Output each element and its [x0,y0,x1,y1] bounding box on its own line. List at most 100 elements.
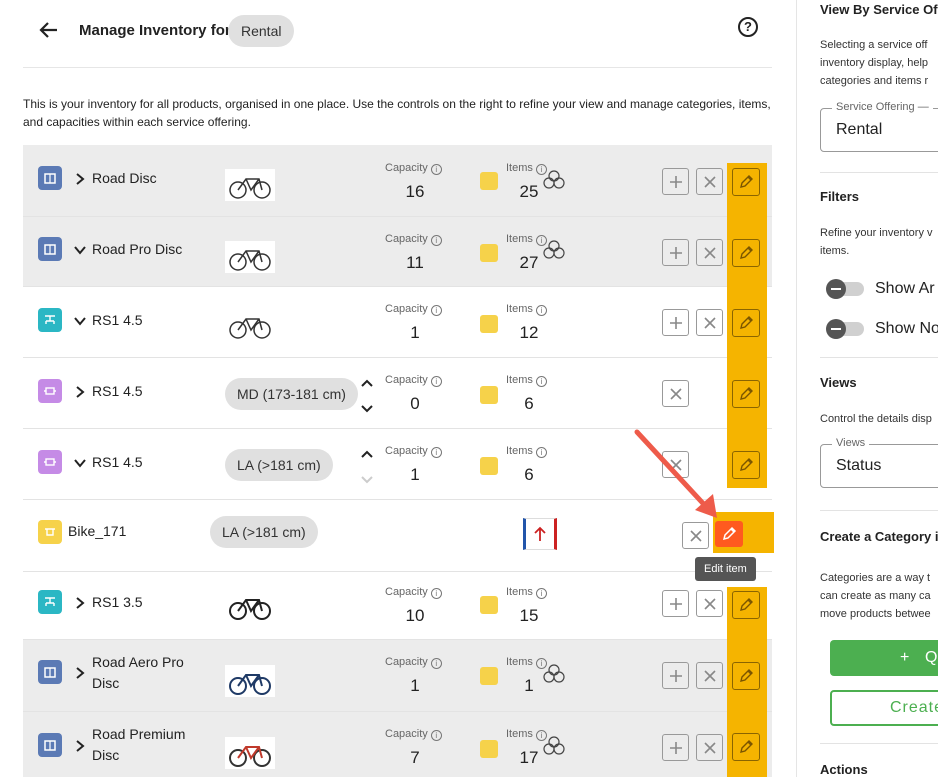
items-label: Items i [506,586,547,599]
create-button[interactable]: Create [830,690,938,726]
toggle-show-archived[interactable] [826,279,864,299]
bike-image [225,309,275,341]
capacity-label: Capacity i [385,233,442,246]
row-name: RS1 4.5 [92,312,143,328]
add-button[interactable] [662,662,689,689]
remove-button[interactable] [682,522,709,549]
edit-button[interactable] [732,591,760,619]
subcategory-icon [38,590,62,614]
cluster-icon [543,736,565,755]
info-icon: i [430,164,442,175]
table-row: Road Aero Pro Disc Capacity i 1 Items i 1 [23,640,772,712]
category-icon [38,733,62,757]
help-icon[interactable]: ? [738,17,758,37]
remove-button[interactable] [696,662,723,689]
toggle-label: Show Ar [875,280,935,297]
capacity-label: Capacity i [385,303,442,316]
chevron-down-icon[interactable] [73,243,87,257]
views-heading: Views [820,375,857,390]
add-button[interactable] [662,590,689,617]
subcategory-icon [38,308,62,332]
edit-button[interactable] [732,309,760,337]
chevron-up-icon[interactable] [360,377,374,389]
row-name: RS1 3.5 [92,594,143,610]
bike-image [225,590,275,622]
category-icon [38,166,62,190]
info-icon: i [430,447,442,458]
table-row: Road Pro Disc Capacity i 11 Items i 27 [23,217,772,287]
chevron-down-icon[interactable] [73,314,87,328]
view-by-description: Selecting a service off inventory displa… [820,39,929,87]
chevron-down-icon[interactable] [73,456,87,470]
edit-item-button[interactable] [715,521,743,547]
pencil-icon [722,526,737,541]
toggle-label: Show No [875,320,938,337]
items-icon [480,244,498,262]
size-chip: MD (173-181 cm) [225,378,358,410]
plus-icon: + [900,649,910,666]
quick-add-button[interactable]: + Q [830,640,938,676]
remove-button[interactable] [696,734,723,761]
items-icon [480,386,498,404]
views-description: Control the details disp [820,413,932,425]
add-button[interactable] [662,734,689,761]
capacity-value: 11 [406,253,424,272]
items-icon [480,457,498,475]
category-icon [38,237,62,261]
table-row: Bike_171 LA (>181 cm) [23,500,772,572]
bike-image [225,169,275,201]
divider [820,357,938,358]
capacity-stepper[interactable] [360,376,374,420]
remove-button[interactable] [696,309,723,336]
capacity-value: 1 [410,465,420,484]
chevron-right-icon[interactable] [73,666,87,680]
items-value: 6 [524,394,534,413]
edit-button[interactable] [732,380,760,408]
table-row: RS1 3.5 Capacity i 10 Items i 15 [23,572,772,640]
edit-column-highlight [727,587,767,777]
back-arrow-icon[interactable] [37,18,61,42]
bike-image [225,737,275,769]
remove-button[interactable] [696,168,723,195]
views-select[interactable]: Views Status [820,437,938,488]
cluster-icon [543,170,565,189]
row-name: RS1 4.5 [92,383,143,399]
remove-button[interactable] [696,239,723,266]
remove-button[interactable] [662,451,689,478]
edit-button[interactable] [732,733,760,761]
service-offering-select[interactable]: Service Offering — Rental [820,101,938,152]
chevron-right-icon[interactable] [73,385,87,399]
divider [820,172,938,173]
info-icon: i [535,376,547,387]
chevron-up-icon[interactable] [360,448,374,460]
remove-button[interactable] [662,380,689,407]
add-button[interactable] [662,239,689,266]
edit-button[interactable] [732,451,760,479]
add-button[interactable] [662,168,689,195]
info-icon: i [535,305,547,316]
size-group-icon [38,379,62,403]
info-icon: i [535,447,547,458]
capacity-stepper[interactable] [360,447,374,491]
divider [820,743,938,744]
remove-button[interactable] [696,590,723,617]
edit-button[interactable] [732,662,760,690]
chevron-down-icon[interactable] [360,403,374,415]
add-button[interactable] [662,309,689,336]
chevron-right-icon[interactable] [73,596,87,610]
capacity-label: Capacity i [385,586,442,599]
service-chip: Rental [228,15,295,47]
capacity-value: 1 [410,323,420,342]
edit-item-highlight [713,512,774,553]
capacity-value: 0 [410,394,420,413]
edit-button[interactable] [732,168,760,196]
edit-button[interactable] [732,239,760,267]
items-icon [480,172,498,190]
chevron-right-icon[interactable] [73,739,87,753]
chevron-right-icon[interactable] [73,172,87,186]
item-icon [38,520,62,544]
edit-column-highlight [727,163,767,488]
toggle-show-no[interactable] [826,319,864,339]
bike-image [225,241,275,273]
capacity-label: Capacity i [385,374,442,387]
